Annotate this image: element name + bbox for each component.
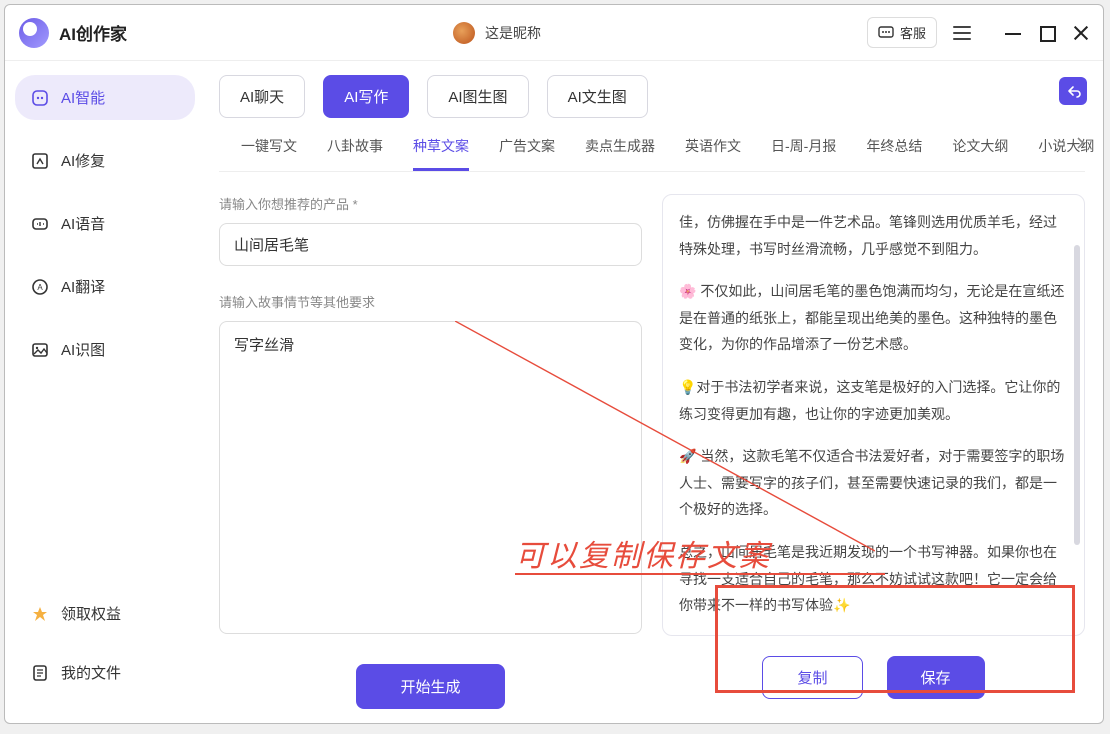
sub-tab[interactable]: 英语作文 <box>685 136 741 171</box>
svg-text:A: A <box>37 283 43 292</box>
output-paragraph: 💡对于书法初学者来说，这支笔是极好的入门选择。它让你的练习变得更加有趣，也让你的… <box>679 374 1068 427</box>
app-logo <box>19 18 49 48</box>
product-input[interactable] <box>219 223 642 266</box>
copy-button[interactable]: 复制 <box>762 656 862 699</box>
sidebar: AI智能 AI修复 AI语音 A AI翻译 AI识图 <box>5 61 205 723</box>
output-text: 佳，仿佛握在手中是一件艺术品。笔锋则选用优质羊毛，经过特殊处理，书写时丝滑流畅，… <box>662 194 1085 636</box>
sub-tab[interactable]: 小说大纲 <box>1038 136 1094 171</box>
sidebar-item-label: AI智能 <box>61 87 105 108</box>
file-icon <box>31 664 49 682</box>
tab-img2img[interactable]: AI图生图 <box>427 75 528 118</box>
avatar[interactable] <box>453 22 475 44</box>
sidebar-item-label: 领取权益 <box>61 603 121 624</box>
sub-tab[interactable]: 广告文案 <box>499 136 555 171</box>
chat-icon <box>878 25 894 41</box>
sidebar-item-label: AI识图 <box>61 339 105 360</box>
menu-icon[interactable] <box>953 26 971 40</box>
translate-icon: A <box>31 278 49 296</box>
scrollbar[interactable] <box>1074 245 1080 545</box>
output-paragraph: 佳，仿佛握在手中是一件艺术品。笔锋则选用优质羊毛，经过特殊处理，书写时丝滑流畅，… <box>679 209 1068 262</box>
badge-icon <box>31 605 49 623</box>
sub-tab[interactable]: 日-周-月报 <box>771 136 836 171</box>
support-button[interactable]: 客服 <box>867 17 937 48</box>
app-window: AI创作家 这是昵称 客服 A <box>4 4 1104 724</box>
generate-button[interactable]: 开始生成 <box>356 664 504 709</box>
main-panel: AI聊天 AI写作 AI图生图 AI文生图 一键写文 八卦故事 种草文案 广告文… <box>205 61 1103 723</box>
extra-label: 请输入故事情节等其他要求 <box>219 292 642 311</box>
output-column: 佳，仿佛握在手中是一件艺术品。笔锋则选用优质羊毛，经过特殊处理，书写时丝滑流畅，… <box>662 194 1085 709</box>
sidebar-item-files[interactable]: 我的文件 <box>15 650 195 695</box>
tab-write[interactable]: AI写作 <box>323 75 409 118</box>
sub-tab[interactable]: 八卦故事 <box>327 136 383 171</box>
sub-tab[interactable]: 卖点生成器 <box>585 136 655 171</box>
tab-chat[interactable]: AI聊天 <box>219 75 305 118</box>
sidebar-item-image[interactable]: AI识图 <box>15 327 195 372</box>
sub-tab[interactable]: 论文大纲 <box>952 136 1008 171</box>
top-tabs: AI聊天 AI写作 AI图生图 AI文生图 <box>219 75 1085 118</box>
sub-tab[interactable]: 年终总结 <box>866 136 922 171</box>
save-button[interactable]: 保存 <box>887 656 985 699</box>
sidebar-item-label: AI语音 <box>61 213 105 234</box>
sidebar-item-label: 我的文件 <box>61 662 121 683</box>
sidebar-item-translate[interactable]: A AI翻译 <box>15 264 195 309</box>
extra-textarea[interactable] <box>219 321 642 634</box>
app-title: AI创作家 <box>59 20 127 45</box>
sub-tab[interactable]: 一键写文 <box>241 136 297 171</box>
sidebar-item-label: AI翻译 <box>61 276 105 297</box>
ai-icon <box>31 89 49 107</box>
tab-txt2img[interactable]: AI文生图 <box>547 75 648 118</box>
maximize-button[interactable] <box>1039 25 1055 41</box>
sidebar-item-ai[interactable]: AI智能 <box>15 75 195 120</box>
minimize-button[interactable] <box>1005 25 1021 41</box>
repair-icon <box>31 152 49 170</box>
close-button[interactable] <box>1073 25 1089 41</box>
sidebar-item-repair[interactable]: AI修复 <box>15 138 195 183</box>
chevron-right-icon[interactable] <box>1075 136 1085 150</box>
output-paragraph: 🌸 不仅如此，山间居毛笔的墨色饱满而均匀，无论是在宣纸还是在普通的纸张上，都能呈… <box>679 278 1068 358</box>
titlebar: AI创作家 这是昵称 客服 <box>5 5 1103 61</box>
sidebar-item-voice[interactable]: AI语音 <box>15 201 195 246</box>
image-icon <box>31 341 49 359</box>
voice-icon <box>31 215 49 233</box>
product-label: 请输入你想推荐的产品 * <box>219 194 642 213</box>
output-paragraph: 🚀 当然，这款毛笔不仅适合书法爱好者，对于需要签字的职场人士、需要写字的孩子们，… <box>679 443 1068 523</box>
sub-tab[interactable]: 种草文案 <box>413 136 469 171</box>
output-paragraph: 总之，山间居毛笔是我近期发现的一个书写神器。如果你也在寻找一支适合自己的毛笔，那… <box>679 539 1068 619</box>
form-column: 请输入你想推荐的产品 * 请输入故事情节等其他要求 开始生成 <box>219 194 642 709</box>
sidebar-item-label: AI修复 <box>61 150 105 171</box>
support-label: 客服 <box>900 23 926 42</box>
sub-tabs: 一键写文 八卦故事 种草文案 广告文案 卖点生成器 英语作文 日-周-月报 年终… <box>219 118 1085 172</box>
sidebar-item-rewards[interactable]: 领取权益 <box>15 591 195 636</box>
nickname: 这是昵称 <box>485 23 541 43</box>
